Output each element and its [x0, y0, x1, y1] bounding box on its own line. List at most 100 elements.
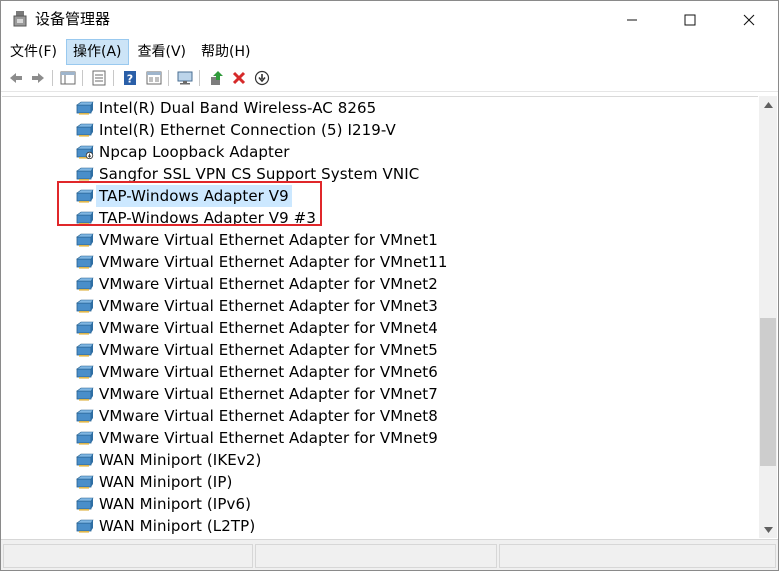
enable-device-button[interactable] — [206, 68, 226, 88]
show-hide-tree-icon — [92, 70, 106, 86]
toolbar-separator — [113, 70, 114, 86]
tree-row[interactable]: WAN Miniport (L2TP) — [2, 515, 742, 537]
close-icon — [743, 14, 755, 26]
tree-row[interactable]: VMware Virtual Ethernet Adapter for VMne… — [2, 229, 742, 251]
status-pane — [255, 544, 497, 568]
chevron-down-icon — [763, 526, 773, 533]
network-adapter-disabled-icon — [76, 145, 94, 159]
network-adapter-icon — [76, 431, 94, 445]
tree-row-label: VMware Virtual Ethernet Adapter for VMne… — [99, 385, 438, 403]
tree-row-label: Intel(R) Ethernet Connection (5) I219-V — [99, 121, 396, 139]
tree-row-label: VMware Virtual Ethernet Adapter for VMne… — [99, 341, 438, 359]
device-tree[interactable]: Intel(R) Dual Band Wireless-AC 8265 Intel… — [2, 96, 758, 539]
tree-row[interactable]: VMware Virtual Ethernet Adapter for VMne… — [2, 405, 742, 427]
toolbar-separator — [82, 70, 83, 86]
scroll-up-button[interactable] — [759, 96, 777, 113]
tree-row[interactable]: VMware Virtual Ethernet Adapter for VMne… — [2, 361, 742, 383]
tree-row[interactable]: VMware Virtual Ethernet Adapter for VMne… — [2, 273, 742, 295]
network-adapter-icon — [76, 233, 94, 247]
tree-row[interactable]: VMware Virtual Ethernet Adapter for VMne… — [2, 251, 742, 273]
disable-device-button[interactable] — [252, 68, 272, 88]
network-adapter-icon — [76, 365, 94, 379]
tree-row-label: VMware Virtual Ethernet Adapter for VMne… — [99, 275, 438, 293]
uninstall-icon — [232, 71, 246, 85]
network-adapter-icon — [76, 519, 94, 533]
network-adapter-icon — [76, 255, 94, 269]
minimize-button[interactable] — [603, 1, 661, 39]
status-pane — [499, 544, 776, 568]
scrollbar-thumb[interactable] — [760, 318, 776, 466]
tree-row-label: VMware Virtual Ethernet Adapter for VMne… — [99, 407, 438, 425]
title-bar[interactable]: 设备管理器 — [1, 1, 778, 39]
disable-device-icon — [254, 70, 270, 86]
toolbar: ? — [1, 65, 778, 92]
chevron-up-icon — [763, 101, 773, 108]
svg-text:?: ? — [127, 73, 133, 86]
menu-view[interactable]: 查看(V) — [132, 39, 193, 65]
network-adapter-icon — [76, 167, 94, 181]
show-hide-tree-button[interactable] — [89, 68, 109, 88]
toolbar-separator — [168, 70, 169, 86]
tree-row-label: WAN Miniport (L2TP) — [99, 517, 256, 535]
tree-row-label: VMware Virtual Ethernet Adapter for VMne… — [99, 253, 448, 271]
network-adapter-icon — [76, 497, 94, 511]
minimize-icon — [627, 19, 637, 21]
tree-row[interactable]: VMware Virtual Ethernet Adapter for VMne… — [2, 427, 742, 449]
maximize-button[interactable] — [661, 1, 719, 39]
toolbar-separator — [52, 70, 53, 86]
forward-button[interactable] — [28, 68, 48, 88]
tree-row[interactable]: Npcap Loopback Adapter — [2, 141, 742, 163]
update-driver-icon — [146, 71, 162, 85]
tree-row[interactable]: WAN Miniport (IPv6) — [2, 493, 742, 515]
tree-row[interactable]: VMware Virtual Ethernet Adapter for VMne… — [2, 295, 742, 317]
network-adapter-icon — [76, 409, 94, 423]
tree-row[interactable]: VMware Virtual Ethernet Adapter for VMne… — [2, 339, 742, 361]
tree-row-label: WAN Miniport (IPv6) — [99, 495, 252, 513]
properties-button[interactable] — [58, 68, 78, 88]
tree-row-label: VMware Virtual Ethernet Adapter for VMne… — [99, 231, 438, 249]
network-adapter-icon — [76, 321, 94, 335]
properties-grid-icon — [60, 71, 76, 85]
close-button[interactable] — [720, 1, 778, 39]
network-adapter-icon — [76, 475, 94, 489]
tree-row-label: VMware Virtual Ethernet Adapter for VMne… — [99, 297, 438, 315]
tree-row-label: WAN Miniport (IP) — [99, 473, 233, 491]
tree-row[interactable]: WAN Miniport (IKEv2) — [2, 449, 742, 471]
tree-row-label: Npcap Loopback Adapter — [99, 143, 290, 161]
maximize-icon — [684, 14, 696, 26]
network-adapter-icon — [76, 101, 94, 115]
window-title: 设备管理器 — [35, 10, 111, 28]
scroll-down-button[interactable] — [759, 521, 777, 538]
menu-help[interactable]: 帮助(H) — [195, 39, 256, 65]
highlight-box — [57, 181, 322, 226]
tree-row[interactable]: WAN Miniport (IP) — [2, 471, 742, 493]
network-adapter-icon — [76, 123, 94, 137]
menu-file[interactable]: 文件(F) — [4, 39, 63, 65]
status-pane — [3, 544, 253, 568]
vertical-scrollbar[interactable] — [759, 96, 777, 538]
tree-row[interactable]: VMware Virtual Ethernet Adapter for VMne… — [2, 383, 742, 405]
tree-row-label: VMware Virtual Ethernet Adapter for VMne… — [99, 429, 438, 447]
uninstall-button[interactable] — [229, 68, 249, 88]
network-adapter-icon — [76, 277, 94, 291]
scan-hardware-button[interactable] — [175, 68, 195, 88]
network-adapter-icon — [76, 343, 94, 357]
tree-row[interactable]: Intel(R) Ethernet Connection (5) I219-V — [2, 119, 742, 141]
back-arrow-icon — [10, 73, 22, 83]
tree-row-label: Intel(R) Dual Band Wireless-AC 8265 — [99, 99, 377, 117]
toolbar-separator — [199, 70, 200, 86]
update-driver-button[interactable] — [144, 68, 164, 88]
enable-device-icon — [211, 71, 223, 85]
back-button[interactable] — [6, 68, 26, 88]
status-bar — [1, 539, 778, 570]
network-adapter-icon — [76, 299, 94, 313]
menu-action[interactable]: 操作(A) — [65, 39, 129, 65]
help-button[interactable]: ? — [120, 68, 140, 88]
menu-bar: 文件(F) 操作(A) 查看(V) 帮助(H) — [1, 39, 778, 65]
network-adapter-icon — [76, 387, 94, 401]
tree-row-label: VMware Virtual Ethernet Adapter for VMne… — [99, 319, 438, 337]
network-adapter-icon — [76, 453, 94, 467]
tree-row[interactable]: Intel(R) Dual Band Wireless-AC 8265 — [2, 97, 742, 119]
tree-row[interactable]: VMware Virtual Ethernet Adapter for VMne… — [2, 317, 742, 339]
scan-hardware-icon — [177, 71, 193, 85]
